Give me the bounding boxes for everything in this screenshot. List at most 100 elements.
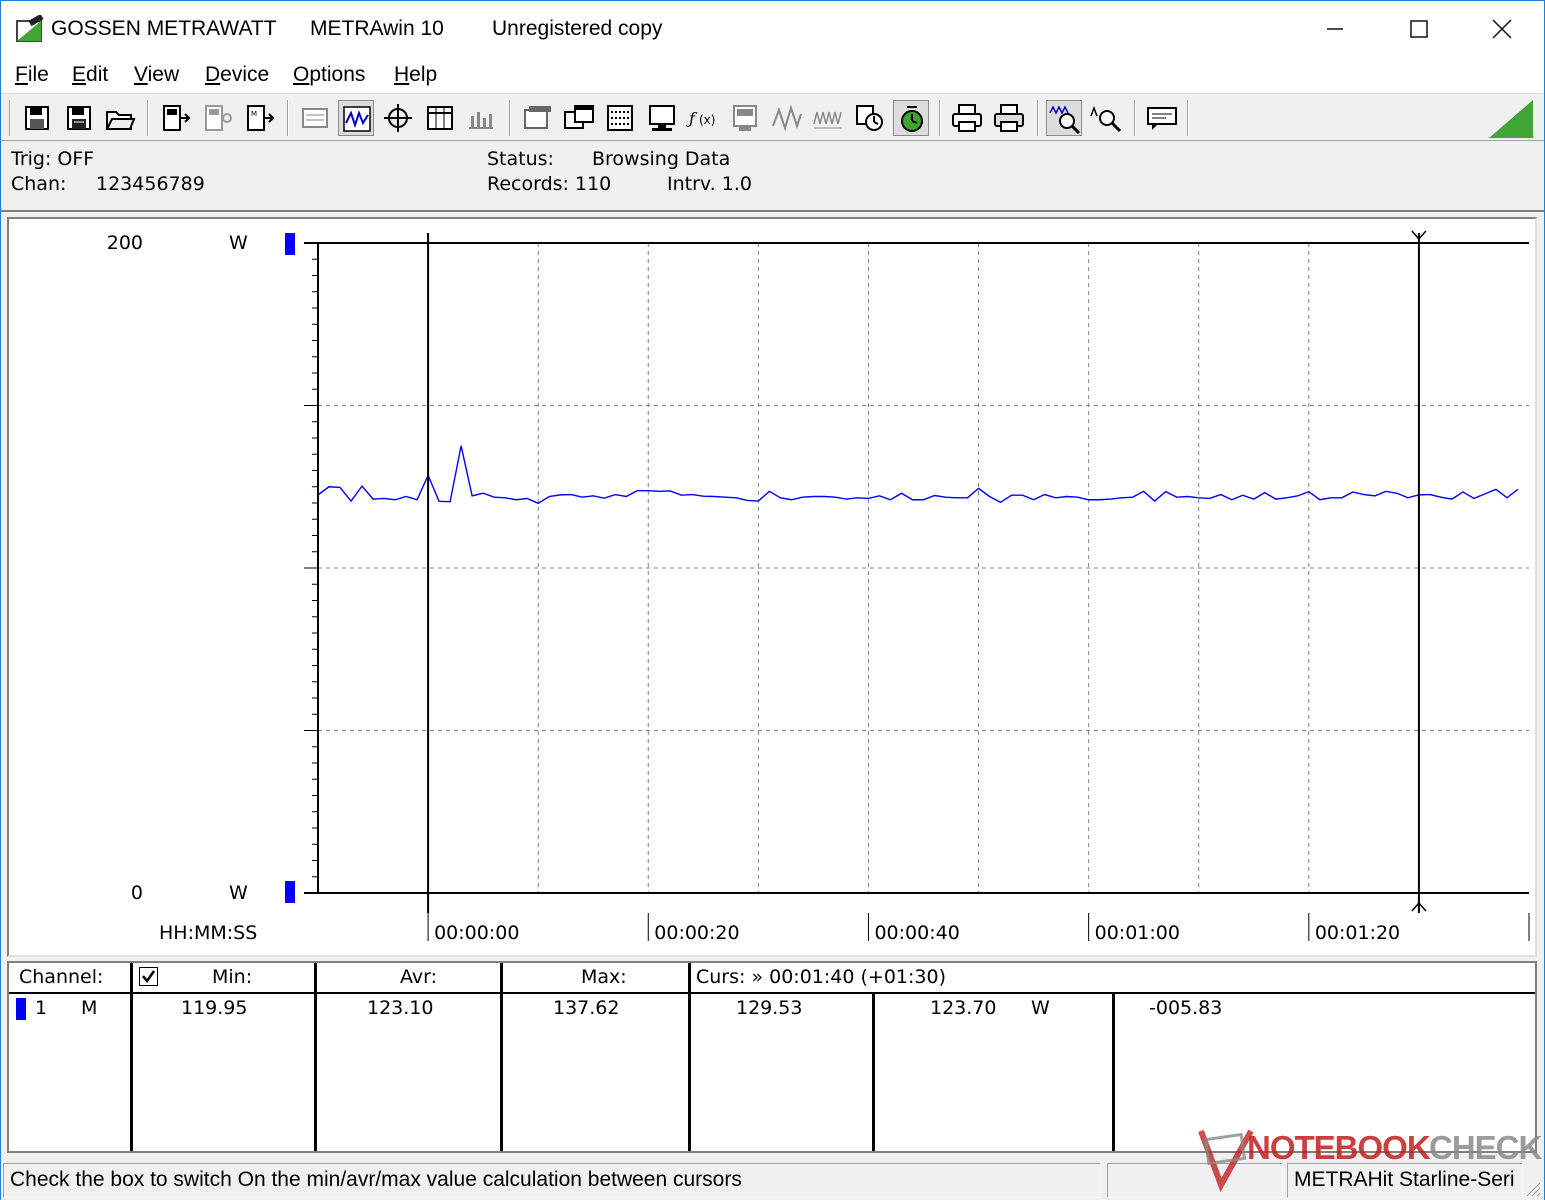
x-tick-label: 00:01:00 bbox=[1095, 922, 1180, 944]
menu-options[interactable]: Options bbox=[293, 63, 365, 87]
open-icon bbox=[105, 111, 136, 130]
formula-icon: ƒ (x) bbox=[686, 109, 715, 128]
y-unit-bottom: W bbox=[229, 882, 248, 904]
multi-window-icon bbox=[564, 105, 594, 129]
line-graph-icon bbox=[343, 106, 371, 132]
window-button[interactable] bbox=[519, 100, 555, 136]
table-button[interactable] bbox=[422, 100, 458, 136]
cursor-header: Curs: » 00:01:40 (+01:30) bbox=[696, 966, 946, 988]
delta-value: -005.83 bbox=[1149, 997, 1223, 1019]
x-tick-label: 00:00:20 bbox=[654, 922, 739, 944]
channel-number: 1 bbox=[35, 997, 48, 1019]
save-button[interactable] bbox=[19, 100, 55, 136]
zoom-button[interactable] bbox=[1088, 100, 1124, 136]
stats-divider bbox=[500, 963, 503, 1151]
interval-value: Intrv. 1.0 bbox=[667, 173, 752, 195]
channel-marker-top bbox=[285, 233, 295, 255]
meter-button[interactable] bbox=[727, 100, 763, 136]
x-tick-label: 00:00:00 bbox=[434, 922, 519, 944]
toolbar-separator bbox=[9, 100, 11, 136]
max-value: 137.62 bbox=[553, 997, 620, 1019]
menu-help[interactable]: Help bbox=[394, 63, 437, 87]
bar-graph-button[interactable] bbox=[463, 100, 499, 136]
app-title: METRAwin 10 bbox=[310, 17, 444, 40]
chart-axes bbox=[304, 242, 1530, 941]
stats-divider bbox=[1112, 993, 1115, 1151]
trigger-status: Trig: OFF bbox=[11, 148, 95, 170]
license-title: Unregistered copy bbox=[492, 17, 663, 40]
clock-button[interactable] bbox=[893, 100, 929, 136]
open-button[interactable] bbox=[102, 100, 138, 136]
device-read-button[interactable] bbox=[157, 100, 193, 136]
stats-divider bbox=[688, 963, 691, 1151]
toolbar-separator bbox=[1037, 100, 1039, 136]
x-tick-label: 00:00:40 bbox=[874, 922, 959, 944]
channel-list-icon bbox=[607, 105, 633, 131]
menu-edit[interactable]: Edit bbox=[72, 63, 108, 87]
crosshair-icon bbox=[384, 104, 412, 132]
menu-view[interactable]: View bbox=[134, 63, 179, 87]
max-header: Max: bbox=[581, 966, 627, 988]
minimize-button[interactable] bbox=[1293, 1, 1377, 57]
save-as-button[interactable] bbox=[61, 100, 97, 136]
device-read-icon bbox=[163, 105, 191, 131]
menu-bar: File Edit View Device Options Help bbox=[1, 57, 1544, 93]
minimize-icon bbox=[1327, 28, 1343, 30]
menu-file[interactable]: File bbox=[15, 63, 49, 87]
formula-button[interactable]: ƒ (x) bbox=[685, 100, 721, 136]
device-memory-button[interactable]: M bbox=[241, 100, 277, 136]
line-graph-button[interactable] bbox=[338, 100, 374, 136]
bar-graph-icon bbox=[469, 112, 493, 129]
checkmark-icon bbox=[142, 970, 156, 984]
status-label: Status: bbox=[487, 148, 554, 170]
minmax-checkbox[interactable] bbox=[139, 967, 158, 986]
print-button[interactable] bbox=[949, 100, 985, 136]
channel-color-marker bbox=[16, 998, 26, 1020]
close-button[interactable] bbox=[1460, 1, 1544, 57]
stats-header-divider bbox=[9, 992, 1535, 994]
comment-icon bbox=[1147, 107, 1177, 130]
chart-cursors[interactable] bbox=[427, 230, 1427, 913]
meter-icon bbox=[733, 105, 757, 131]
zoom-graph-button[interactable] bbox=[1046, 100, 1082, 136]
print-icon bbox=[952, 104, 982, 132]
svg-text:(x): (x) bbox=[699, 113, 715, 127]
monitor-button[interactable] bbox=[644, 100, 680, 136]
noise-button[interactable] bbox=[810, 100, 846, 136]
notebookcheck-watermark: NOTEBOOK CHECK bbox=[1197, 1123, 1542, 1197]
channel-list-button[interactable] bbox=[602, 100, 638, 136]
watermark-text-notebook: NOTEBOOK bbox=[1247, 1129, 1431, 1166]
multi-window-button[interactable] bbox=[561, 100, 597, 136]
status-triangle-icon bbox=[1489, 100, 1533, 138]
channel-mode: M bbox=[81, 997, 98, 1019]
signal-button[interactable] bbox=[769, 100, 805, 136]
close-icon bbox=[1492, 19, 1512, 39]
min-value: 119.95 bbox=[181, 997, 248, 1019]
display-mode-icon bbox=[302, 108, 328, 128]
device-memory-icon: M bbox=[247, 105, 275, 131]
min-header: Min: bbox=[212, 966, 253, 988]
y-unit-top: W bbox=[229, 232, 248, 254]
cursor1-value: 129.53 bbox=[736, 997, 803, 1019]
display-mode-button[interactable] bbox=[297, 100, 333, 136]
comment-button[interactable] bbox=[1144, 100, 1180, 136]
copy-button[interactable] bbox=[852, 100, 888, 136]
table-icon bbox=[427, 106, 453, 130]
maximize-icon bbox=[1410, 20, 1428, 38]
brand-title: GOSSEN METRAWATT bbox=[51, 17, 277, 40]
signal-icon bbox=[772, 104, 802, 132]
crosshair-button[interactable] bbox=[380, 100, 416, 136]
watermark-text-check: CHECK bbox=[1429, 1129, 1542, 1166]
svg-text:M: M bbox=[251, 110, 257, 118]
chart-grid bbox=[318, 243, 1529, 893]
unit-value: W bbox=[1031, 997, 1050, 1019]
chart-panel[interactable]: 00:00:00 00:00:20 00:00:40 00:01:00 00:01:20… bbox=[7, 217, 1537, 957]
channel-header: Channel: bbox=[19, 966, 104, 988]
maximize-button[interactable] bbox=[1377, 1, 1461, 57]
menu-device[interactable]: Device bbox=[205, 63, 269, 87]
chart-labels: 00:00:00 00:00:20 00:00:40 00:01:00 00:01:20… bbox=[107, 232, 1400, 944]
power-chart[interactable]: 00:00:00 00:00:20 00:00:40 00:01:00 00:01:20… bbox=[9, 219, 1535, 955]
clock-icon bbox=[901, 106, 923, 132]
print-preview-button[interactable] bbox=[991, 100, 1027, 136]
device-settings-button[interactable] bbox=[199, 100, 235, 136]
